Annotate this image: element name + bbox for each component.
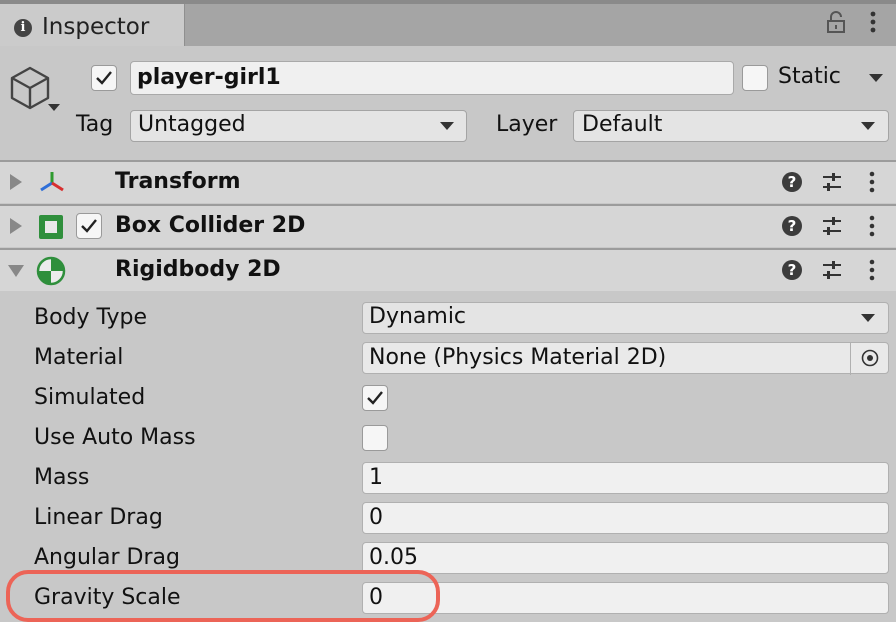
body-type-label: Body Type <box>34 305 148 330</box>
use-auto-mass-label: Use Auto Mass <box>34 425 196 450</box>
kebab-menu-icon[interactable] <box>869 215 875 237</box>
name-value: player-girl1 <box>137 65 281 90</box>
tag-value: Untagged <box>138 112 246 137</box>
help-icon[interactable]: ? <box>782 172 802 192</box>
sliders-icon[interactable] <box>821 216 843 236</box>
static-label: Static <box>778 64 841 89</box>
rigidbody-icon <box>36 256 66 286</box>
chevron-down-icon <box>440 122 454 130</box>
component-enabled-checkbox[interactable] <box>76 213 102 239</box>
highlight-annotation <box>6 570 440 622</box>
material-label: Material <box>34 345 124 370</box>
tab-title: Inspector <box>42 14 150 40</box>
mass-value: 1 <box>369 465 383 490</box>
kebab-menu-icon[interactable] <box>869 171 875 193</box>
material-value: None (Physics Material 2D) <box>369 345 667 370</box>
static-checkbox[interactable] <box>742 65 768 91</box>
linear-drag-label: Linear Drag <box>34 505 163 530</box>
angular-drag-value: 0.05 <box>369 545 418 570</box>
simulated-label: Simulated <box>34 385 146 410</box>
lock-icon[interactable] <box>826 11 846 33</box>
linear-drag-field[interactable] <box>362 502 889 534</box>
simulated-checkbox[interactable] <box>362 385 388 411</box>
use-auto-mass-checkbox[interactable] <box>362 425 388 451</box>
layer-value: Default <box>582 112 663 137</box>
help-icon[interactable]: ? <box>782 260 802 280</box>
body-type-value: Dynamic <box>369 304 467 329</box>
icon-dropdown-arrow[interactable] <box>48 104 60 111</box>
angular-drag-field[interactable] <box>362 542 889 574</box>
gravity-scale-field[interactable] <box>362 582 889 614</box>
kebab-menu-icon[interactable] <box>868 10 878 34</box>
help-icon[interactable]: ? <box>782 216 802 236</box>
cube-icon[interactable] <box>8 64 52 112</box>
foldout-arrow-icon[interactable] <box>10 218 22 234</box>
layer-label: Layer <box>496 112 558 137</box>
component-title: Rigidbody 2D <box>115 257 281 282</box>
foldout-arrow-icon[interactable] <box>10 174 22 190</box>
sliders-icon[interactable] <box>821 260 843 280</box>
kebab-menu-icon[interactable] <box>869 259 875 281</box>
sliders-icon[interactable] <box>821 172 843 192</box>
angular-drag-label: Angular Drag <box>34 545 180 570</box>
tab-inspector[interactable]: i Inspector <box>0 4 185 46</box>
box-collider-icon <box>39 215 63 239</box>
mass-field[interactable] <box>362 462 889 494</box>
linear-drag-value: 0 <box>369 505 383 530</box>
field-divider <box>850 343 851 375</box>
foldout-arrow-icon[interactable] <box>8 265 24 277</box>
chevron-down-icon <box>861 314 875 322</box>
transform-axes-icon <box>40 172 64 192</box>
component-title: Box Collider 2D <box>115 213 306 238</box>
component-title: Transform <box>115 169 241 194</box>
static-dropdown-arrow[interactable] <box>869 74 883 82</box>
object-picker-icon[interactable] <box>861 349 879 367</box>
tag-label: Tag <box>76 112 114 137</box>
info-icon: i <box>14 19 32 37</box>
chevron-down-icon <box>861 122 875 130</box>
mass-label: Mass <box>34 465 90 490</box>
active-checkbox[interactable] <box>91 65 117 91</box>
